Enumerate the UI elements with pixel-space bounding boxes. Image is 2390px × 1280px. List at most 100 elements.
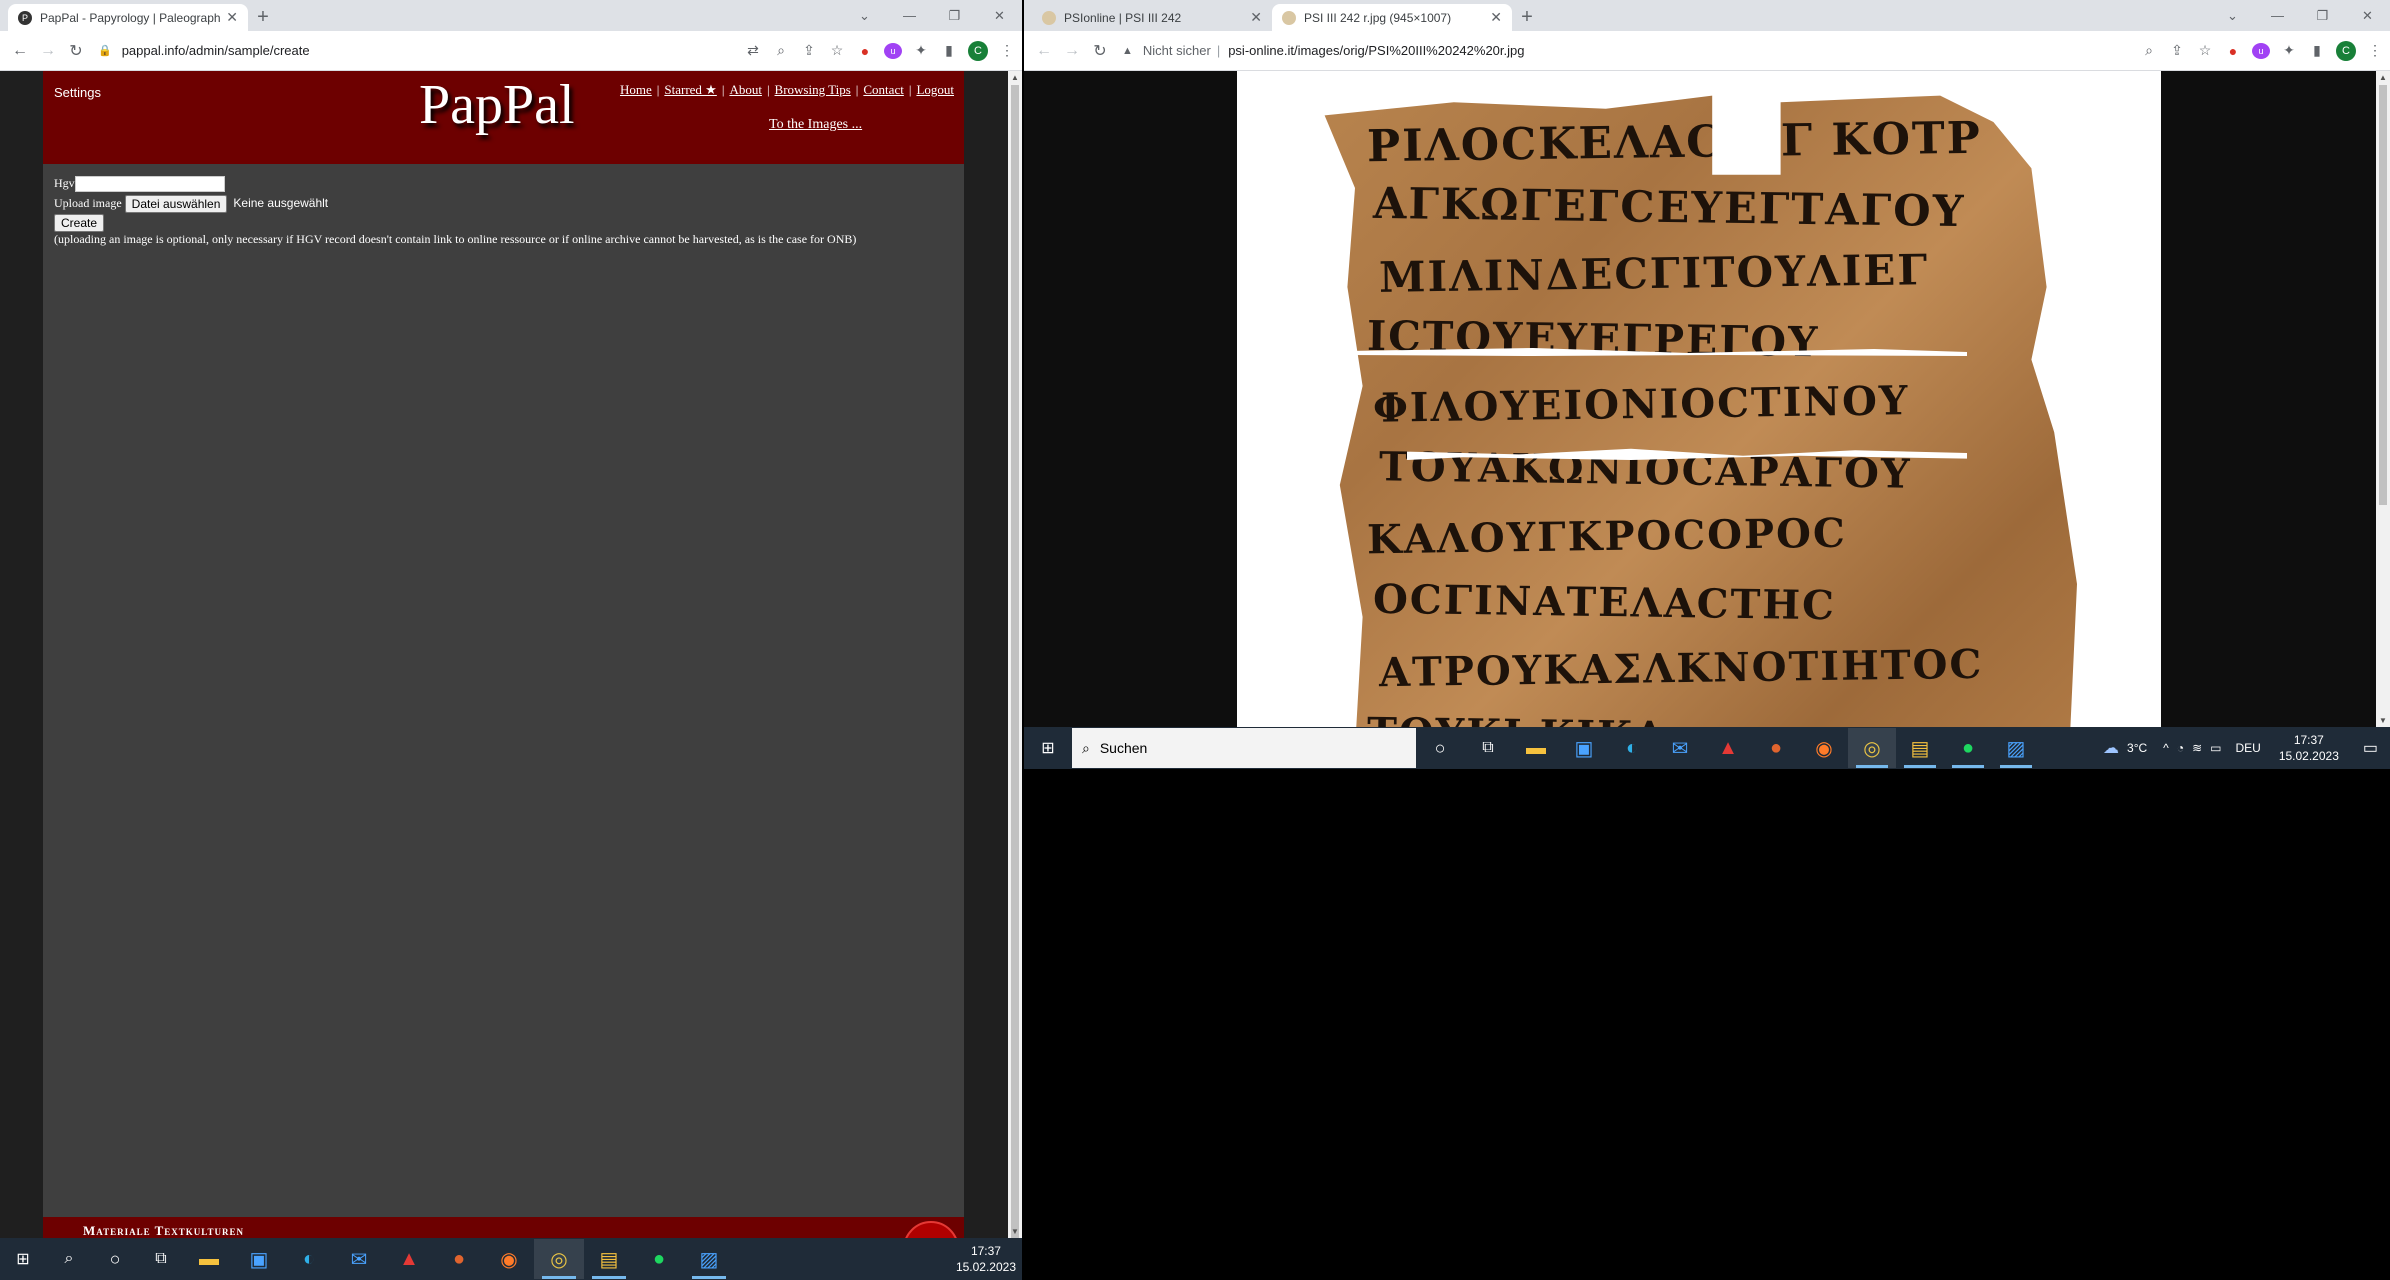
profile-avatar[interactable]: C (2336, 40, 2356, 61)
search-icon[interactable]: ⌕ (46, 1239, 92, 1279)
nav-logout[interactable]: Logout (916, 82, 954, 97)
start-button[interactable]: ⊞ (0, 1239, 46, 1279)
store-icon[interactable]: ▣ (234, 1239, 284, 1279)
wifi-icon[interactable]: ≋ (2192, 741, 2202, 755)
extensions-puzzle-icon[interactable]: ✦ (2280, 42, 2298, 59)
zoom-icon[interactable]: ⌕ (772, 42, 790, 59)
acrobat-icon[interactable]: ▲ (1704, 728, 1752, 768)
bookmark-star-icon[interactable]: ☆ (2196, 42, 2214, 59)
notes-app-icon[interactable]: ▤ (584, 1239, 634, 1279)
battery-icon[interactable]: ▭ (2210, 741, 2221, 755)
lock-icon[interactable]: 🔒 (98, 44, 112, 57)
tab-pappal[interactable]: P PapPal - Papyrology | Paleograph ✕ (8, 4, 248, 31)
language-indicator[interactable]: DEU (2235, 741, 2260, 755)
mail-icon[interactable]: ✉ (1656, 728, 1704, 768)
forward-button[interactable]: → (1058, 42, 1086, 60)
scroll-up-arrow[interactable]: ▲ (2379, 73, 2387, 82)
minimize-button[interactable]: — (887, 8, 932, 23)
extension-purple-icon[interactable]: u (884, 42, 902, 59)
share-icon[interactable]: ⇪ (800, 42, 818, 59)
side-panel-icon[interactable]: ▮ (940, 42, 958, 59)
warning-icon[interactable]: ▲ (1122, 45, 1133, 57)
scroll-up-arrow[interactable]: ▲ (1011, 73, 1019, 82)
scroll-thumb[interactable] (1011, 85, 1019, 1255)
forward-button[interactable]: → (34, 42, 62, 60)
edge-icon[interactable]: ◐ (284, 1239, 334, 1279)
back-button[interactable]: ← (6, 42, 34, 60)
chrome-icon[interactable]: ◎ (1848, 728, 1896, 768)
tab-search-icon[interactable]: ⌄ (2210, 8, 2255, 24)
nav-starred[interactable]: Starred ★ (664, 82, 716, 97)
reload-button[interactable]: ↻ (1086, 41, 1114, 61)
right-scrollbar[interactable]: ▲ ▼ (2376, 71, 2390, 727)
translate-icon[interactable]: ⇄ (744, 42, 762, 59)
powerpoint-icon[interactable]: ● (1752, 728, 1800, 768)
firefox-icon[interactable]: ◉ (1800, 728, 1848, 768)
tab-psionline[interactable]: PSIonline | PSI III 242 ✕ (1032, 4, 1272, 31)
hgv-input[interactable] (74, 176, 225, 193)
reload-button[interactable]: ↻ (62, 41, 90, 61)
close-window-button[interactable]: ✕ (2345, 8, 2390, 24)
to-images-link[interactable]: To the Images ... (769, 117, 862, 132)
spotify-icon[interactable]: ● (634, 1239, 684, 1279)
task-view-icon[interactable]: ⧉ (138, 1239, 184, 1279)
cortana-icon[interactable]: ○ (92, 1239, 138, 1279)
profile-avatar[interactable]: C (968, 40, 988, 61)
scroll-thumb[interactable] (2379, 85, 2387, 505)
left-clock[interactable]: 17:37 15.02.2023 (956, 1243, 1016, 1275)
start-button[interactable]: ⊞ (1024, 728, 1072, 768)
nav-home[interactable]: Home (620, 82, 652, 97)
share-icon[interactable]: ⇪ (2168, 42, 2186, 59)
bookmark-star-icon[interactable]: ☆ (828, 42, 846, 59)
edge-icon[interactable]: ◐ (1608, 728, 1656, 768)
restore-button[interactable]: ❐ (932, 8, 977, 24)
weather-icon[interactable]: ☁ (2103, 738, 2119, 758)
address-bar[interactable]: 🔒 pappal.info/admin/sample/create (90, 37, 736, 65)
side-panel-icon[interactable]: ▮ (2308, 42, 2326, 59)
back-button[interactable]: ← (1030, 42, 1058, 60)
mail-icon[interactable]: ✉ (334, 1239, 384, 1279)
right-clock[interactable]: 17:37 15.02.2023 (2279, 732, 2339, 764)
menu-icon[interactable]: ⋮ (2366, 42, 2384, 59)
extension-red-icon[interactable]: ● (2224, 43, 2242, 59)
pappal-logo[interactable]: PapPal (419, 73, 575, 137)
minimize-button[interactable]: — (2255, 8, 2300, 23)
tab-search-icon[interactable]: ⌄ (842, 8, 887, 24)
network-icon[interactable]: ◔ (2177, 741, 2184, 755)
spotify-icon[interactable]: ● (1944, 728, 1992, 768)
cortana-icon[interactable]: ○ (1416, 728, 1464, 768)
left-scrollbar[interactable]: ▲ ▼ (1008, 71, 1022, 1255)
notification-icon[interactable]: ▭ (2363, 738, 2378, 758)
file-explorer-icon[interactable]: ▬ (1512, 728, 1560, 768)
choose-file-button[interactable]: Datei auswählen (124, 195, 228, 213)
close-icon[interactable]: ✕ (226, 9, 238, 26)
acrobat-icon[interactable]: ▲ (384, 1239, 434, 1279)
chrome-icon[interactable]: ◎ (534, 1239, 584, 1279)
tray-chevron-icon[interactable]: ^ (2163, 741, 2169, 755)
file-explorer-icon[interactable]: ▬ (184, 1239, 234, 1279)
firefox-icon[interactable]: ◉ (484, 1239, 534, 1279)
new-tab-button[interactable]: + (248, 4, 278, 31)
nav-about[interactable]: About (729, 82, 762, 97)
nav-browsing-tips[interactable]: Browsing Tips (775, 82, 851, 97)
close-icon[interactable]: ✕ (1250, 9, 1262, 26)
zoom-icon[interactable]: ⌕ (2140, 42, 2158, 59)
scroll-down-arrow[interactable]: ▼ (1011, 1227, 1019, 1236)
nav-contact[interactable]: Contact (863, 82, 903, 97)
photos-icon[interactable]: ▨ (684, 1239, 734, 1279)
extensions-puzzle-icon[interactable]: ✦ (912, 42, 930, 59)
close-window-button[interactable]: ✕ (977, 8, 1022, 24)
menu-icon[interactable]: ⋮ (998, 42, 1016, 59)
powerpoint-icon[interactable]: ● (434, 1239, 484, 1279)
photos-icon[interactable]: ▨ (1992, 728, 2040, 768)
settings-link[interactable]: Settings (54, 85, 101, 100)
scroll-down-arrow[interactable]: ▼ (2379, 716, 2387, 725)
extension-purple-icon[interactable]: u (2252, 42, 2270, 59)
store-icon[interactable]: ▣ (1560, 728, 1608, 768)
extension-red-icon[interactable]: ● (856, 43, 874, 59)
close-icon[interactable]: ✕ (1490, 9, 1502, 26)
taskbar-search-box[interactable]: ⌕ Suchen (1072, 728, 1416, 768)
task-view-icon[interactable]: ⧉ (1464, 728, 1512, 768)
restore-button[interactable]: ❐ (2300, 8, 2345, 24)
tab-image[interactable]: PSI III 242 r.jpg (945×1007) ✕ (1272, 4, 1512, 31)
